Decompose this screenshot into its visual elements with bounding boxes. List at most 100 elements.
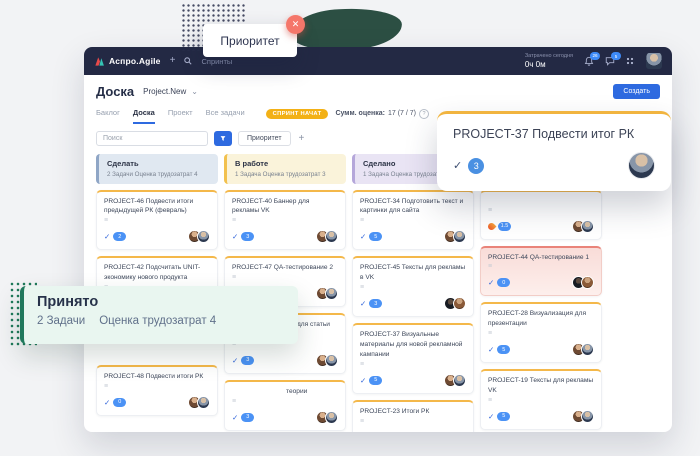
tab-Проект[interactable]: Проект	[168, 105, 193, 124]
task-card[interactable]: ≡ 1.5	[480, 190, 602, 240]
messages-button[interactable]: 5	[605, 56, 615, 66]
done-check-icon: ✓	[360, 376, 366, 385]
filter-button[interactable]	[214, 131, 232, 146]
man-avatar	[453, 374, 466, 387]
search-input[interactable]	[96, 131, 208, 146]
estimate-group: ✓5	[360, 376, 382, 385]
estimate-badge: 3	[369, 299, 382, 308]
description-icon: ≡	[104, 217, 210, 224]
done-check-icon: ✓	[360, 232, 366, 241]
task-card[interactable]: PROJECT-37 Визуальные материалы для ново…	[352, 323, 474, 394]
time-tracker-label: Затрачено сегодня	[525, 53, 573, 60]
priority-filter-chip[interactable]: Приоритет	[238, 131, 291, 146]
time-tracker-value: 0ч 0м	[525, 60, 573, 70]
assignee-avatars	[572, 410, 594, 423]
task-footer: ✓5	[488, 410, 594, 423]
green-scribble-decoration	[291, 7, 402, 52]
apps-grid-icon[interactable]	[626, 57, 635, 66]
man-avatar	[581, 410, 594, 423]
sprint-summary: Сумм. оценка: 17 (7 / 7) ?	[335, 109, 429, 119]
done-check-icon: ✓	[488, 345, 494, 354]
done-check-icon: ✓	[232, 413, 238, 422]
task-card[interactable]: PROJECT-34 Подготовить текст и картинки …	[352, 190, 474, 251]
man-avatar	[453, 230, 466, 243]
chevron-down-icon: ⌄	[191, 87, 198, 96]
tab-Баклог[interactable]: Баклог	[96, 105, 120, 124]
board-selector[interactable]: Project.New ⌄	[143, 87, 198, 96]
task-card-popup[interactable]: PROJECT-37 Подвести итог РК ✓ 3	[437, 111, 671, 191]
popup-footer: ✓ 3	[453, 152, 655, 179]
task-title: PROJECT-28 Визуализация для презентации	[488, 309, 594, 329]
accepted-title: Принято	[37, 294, 285, 310]
accepted-task-count: 2 Задачи	[37, 315, 85, 327]
funnel-icon	[220, 135, 226, 142]
close-icon[interactable]: ✕	[286, 15, 305, 34]
woman2-avatar	[581, 276, 594, 289]
task-card[interactable]: PROJECT-28 Визуализация для презентации≡…	[480, 302, 602, 363]
task-card[interactable]: PROJECT-46 Подвести итоги предыдущей РК …	[96, 190, 218, 251]
board-column: Сделать2 Задачи Оценка трудозатрат 4 PROJ…	[96, 154, 218, 416]
tab-Доска[interactable]: Доска	[133, 105, 155, 124]
estimate-group: ✓3	[360, 299, 382, 308]
estimate-group: ✓0	[488, 278, 510, 287]
board-header: Доска Project.New ⌄ Создать	[84, 75, 672, 102]
estimate-badge: 5	[369, 232, 382, 241]
assignee-avatars	[316, 230, 338, 243]
estimate-group: ✓5	[360, 232, 382, 241]
description-icon: ≡	[232, 398, 338, 405]
user-avatar[interactable]	[646, 53, 662, 69]
task-card[interactable]: PROJECT-23 Итоги РК≡✓5	[352, 400, 474, 432]
board-column: Принято2 Задачи Оценка трудозатрат 4≡1.5…	[480, 154, 602, 432]
task-card[interactable]: PROJECT-19 Тексты для рекламы VK≡✓5	[480, 369, 602, 430]
estimate-badge: 5	[497, 345, 510, 354]
man-avatar	[325, 354, 338, 367]
task-footer: ✓2	[104, 230, 210, 243]
description-icon: ≡	[488, 207, 594, 214]
create-button[interactable]: Создать	[613, 84, 660, 99]
board-column: Сделано1 Задача Оценка трудозатратPROJEC…	[352, 154, 474, 432]
man-avatar	[197, 230, 210, 243]
done-check-icon: ✓	[232, 232, 238, 241]
assignee-avatars	[444, 374, 466, 387]
column-header: В работе1 Задача Оценка трудозатрат 3	[224, 154, 346, 184]
task-card[interactable]: PROJECT-44 QA-тестирование 1≡✓0	[480, 246, 602, 297]
man-avatar	[581, 220, 594, 233]
search-icon[interactable]	[184, 57, 192, 65]
assignee-avatars	[316, 411, 338, 424]
column-header: Сделать2 Задачи Оценка трудозатрат 4	[96, 154, 218, 184]
man-avatar	[325, 230, 338, 243]
assignee-avatar	[628, 152, 655, 179]
estimate-group: ✓3	[232, 232, 254, 241]
assignee-avatars	[444, 431, 466, 432]
task-card[interactable]: PROJECT-40 Баннер для рекламы VK≡✓3	[224, 190, 346, 251]
task-card[interactable]: теории≡✓3	[224, 380, 346, 431]
add-filter-icon[interactable]: +	[297, 133, 307, 144]
assignee-avatars	[188, 230, 210, 243]
estimate-badge: 0	[113, 398, 126, 407]
tab-Все задачи[interactable]: Все задачи	[206, 105, 245, 124]
brand-name: Аспро.Agile	[109, 56, 161, 66]
estimate-group: ✓3	[232, 356, 254, 365]
task-title: PROJECT-44 QA-тестирование 1	[488, 253, 594, 263]
estimate-badge: 5	[369, 376, 382, 385]
task-footer: ✓5	[488, 343, 594, 356]
task-card[interactable]: PROJECT-45 Тексты для рекламы в VK≡✓3	[352, 256, 474, 317]
navbar-right-group: Затрачено сегодня 0ч 0м 26 5	[525, 53, 662, 69]
logo-icon	[94, 56, 105, 67]
popup-task-title: PROJECT-37 Подвести итог РК	[453, 127, 655, 141]
man-avatar	[325, 287, 338, 300]
estimate-badge: 3	[468, 158, 484, 174]
info-icon[interactable]: ?	[419, 109, 429, 119]
task-title: PROJECT-34 Подготовить текст и картинки …	[360, 197, 466, 217]
description-icon: ≡	[360, 418, 466, 425]
nav-sprints-link[interactable]: Спринты	[201, 57, 232, 66]
app-logo[interactable]: Аспро.Agile	[94, 56, 161, 67]
estimate-group: ✓0	[104, 398, 126, 407]
notifications-button[interactable]: 26	[584, 56, 594, 67]
estimate-badge: 3	[241, 232, 254, 241]
add-icon[interactable]: +	[170, 56, 176, 66]
assignee-avatars	[444, 297, 466, 310]
estimate-group: 1.5	[488, 222, 511, 231]
task-card[interactable]: PROJECT-48 Подвести итоги РК≡✓0	[96, 365, 218, 416]
task-title: PROJECT-19 Тексты для рекламы VK	[488, 376, 594, 396]
